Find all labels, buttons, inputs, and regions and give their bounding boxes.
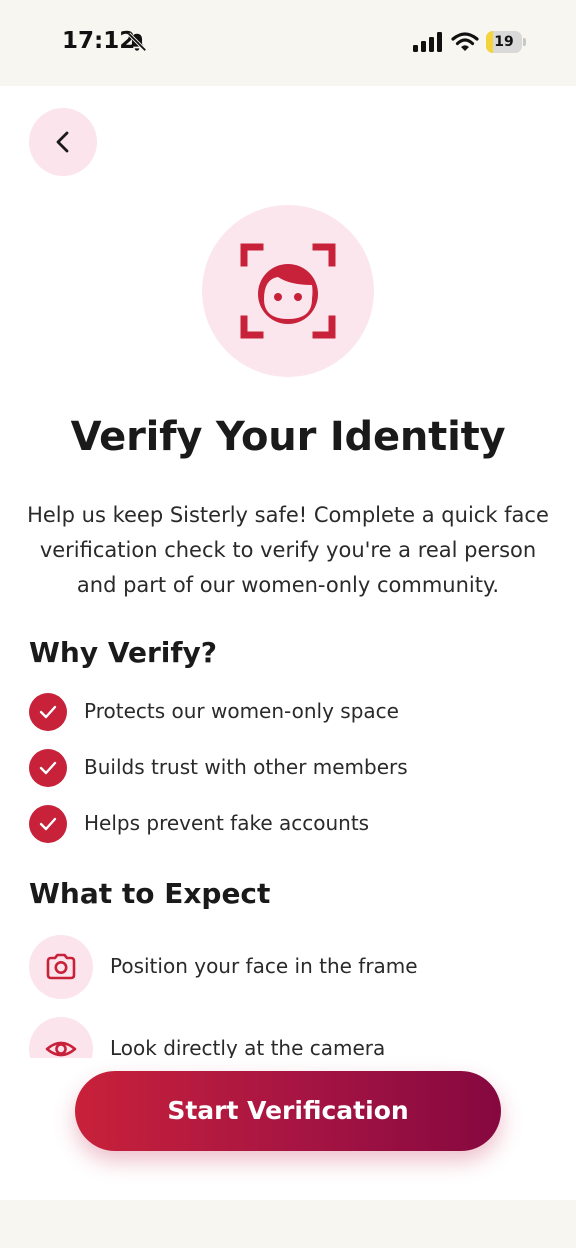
expect-item: Look directly at the camera (29, 1017, 549, 1058)
check-icon (29, 805, 67, 843)
bell-off-icon (127, 32, 147, 52)
hero-icon-circle (202, 205, 374, 377)
camera-icon (29, 935, 93, 999)
face-scan-icon (240, 243, 336, 339)
intro-line: verification check to verify you're a re… (39, 538, 537, 562)
eye-icon (29, 1017, 93, 1058)
why-item: Builds trust with other members (29, 749, 549, 787)
home-indicator-area (0, 1200, 576, 1248)
why-item: Protects our women-only space (29, 693, 549, 731)
battery-level: 19 (494, 34, 514, 50)
verify-identity-screen: 17:12 19 Verify Your Identity Help us ke… (0, 0, 576, 1248)
start-verification-button[interactable]: Start Verification (75, 1071, 501, 1151)
intro-line: Help us keep Sisterly safe! Complete a q… (27, 503, 549, 527)
why-item: Helps prevent fake accounts (29, 805, 549, 843)
wifi-icon (451, 32, 479, 51)
why-item-label: Protects our women-only space (84, 699, 399, 723)
start-verification-label: Start Verification (167, 1096, 409, 1125)
status-bar: 17:12 19 (0, 0, 576, 86)
expect-list[interactable]: Position your face in the frame Look dir… (0, 920, 576, 1058)
why-item-label: Builds trust with other members (84, 755, 408, 779)
signal-icon (413, 32, 442, 52)
check-icon (29, 693, 67, 731)
battery-tip (523, 38, 526, 46)
expect-item-label: Position your face in the frame (110, 954, 418, 978)
what-to-expect-heading: What to Expect (29, 877, 271, 910)
status-time: 17:12 (62, 28, 136, 54)
why-item-label: Helps prevent fake accounts (84, 811, 370, 835)
battery-icon: 19 (486, 31, 526, 53)
why-verify-heading: Why Verify? (29, 636, 218, 669)
chevron-left-icon (56, 131, 69, 153)
check-icon (29, 749, 67, 787)
intro-line: and part of our women-only community. (76, 573, 500, 597)
expect-item: Position your face in the frame (29, 935, 549, 999)
battery-body: 19 (486, 31, 522, 53)
intro-text: Help us keep Sisterly safe! Complete a q… (24, 498, 552, 603)
page-title: Verify Your Identity (70, 414, 506, 460)
expect-item-label: Look directly at the camera (110, 1036, 386, 1058)
back-button[interactable] (29, 108, 97, 176)
